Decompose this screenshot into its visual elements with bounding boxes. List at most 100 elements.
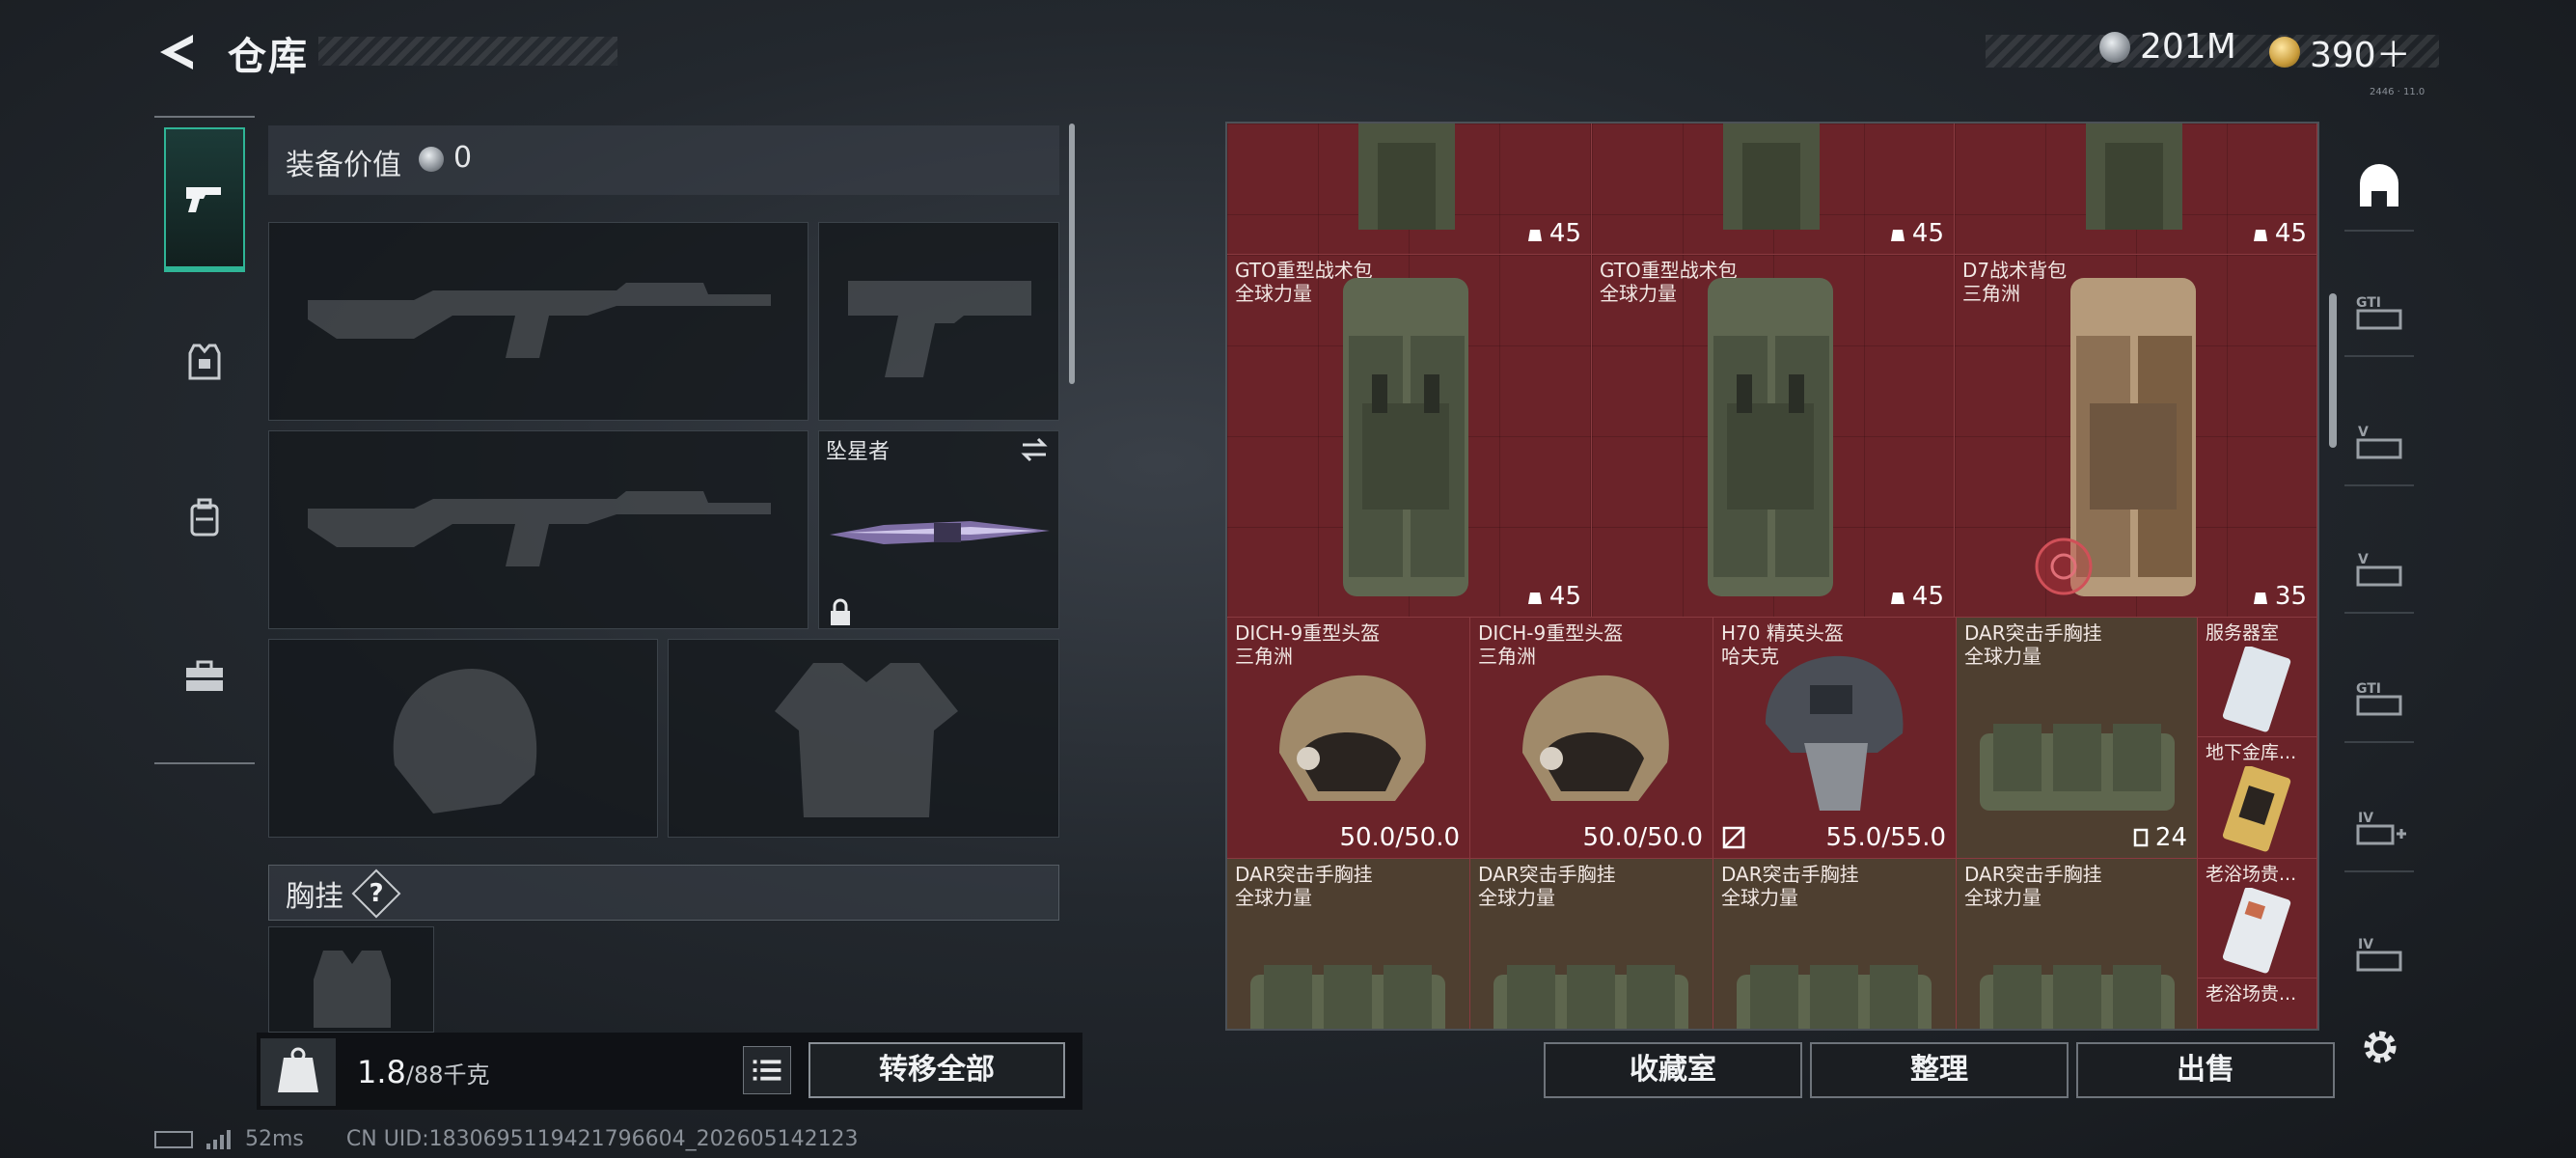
storage-item[interactable]: DAR突击手胸挂 全球力量 [1957, 859, 2198, 1029]
chest-rig-item-icon [1737, 965, 1932, 1029]
vest-icon [188, 344, 221, 380]
gti-filter-icon: GTI [2356, 295, 2402, 330]
capacity-icon [1527, 230, 1542, 241]
storage-item[interactable]: 老浴场贵... [2198, 979, 2317, 1029]
backpack-item-icon [1723, 124, 1820, 230]
iv-filter-icon: IV [2356, 937, 2402, 972]
filter-tier-iv-tab[interactable]: IV [2344, 911, 2414, 998]
storage-item[interactable]: 45 [1592, 124, 1955, 255]
sort-button[interactable]: 整理 [1810, 1042, 2069, 1098]
storage-item[interactable]: DICH-9重型头盔 三角洲 50.0/50.0 [1227, 618, 1470, 859]
loadout-scrollbar[interactable] [1069, 124, 1075, 384]
sell-button[interactable]: 出售 [2076, 1042, 2335, 1098]
storage-item[interactable]: D7战术背包 三角洲 35 [1955, 255, 2317, 618]
chest-rig-item-icon [1250, 965, 1445, 1029]
list-view-button[interactable] [743, 1046, 791, 1094]
item-durability: 50.0/50.0 [1582, 823, 1703, 852]
helmet-item-icon [1279, 675, 1426, 801]
storage-item[interactable]: 45 [1227, 124, 1592, 255]
chest-rig-item-icon [1494, 965, 1688, 1029]
filter-tier-v2-tab[interactable]: V [2344, 527, 2414, 614]
storage-item[interactable]: DAR突击手胸挂 全球力量 [1227, 859, 1470, 1029]
item-name: 老浴场贵... [2206, 983, 2297, 1005]
battery-icon [154, 1130, 193, 1148]
body-armor-slot[interactable] [668, 639, 1059, 838]
storage-item[interactable]: H70 精英头盔 哈夫克 55.0/55.0 [1713, 618, 1957, 859]
item-count: 45 [1526, 219, 1581, 248]
backpack-icon [190, 498, 219, 537]
storage-item[interactable]: 老浴场贵... [2198, 859, 2317, 979]
category-weapons-tab[interactable] [164, 127, 245, 272]
capacity-icon [2253, 593, 2267, 604]
item-name: DICH-9重型头盔 [1235, 621, 1381, 645]
item-source: 全球力量 [1600, 282, 1677, 305]
category-armor-tab[interactable] [164, 290, 245, 434]
svg-text:GTI: GTI [2356, 681, 2381, 697]
title-decoration [318, 37, 617, 66]
settings-button[interactable] [2356, 1023, 2404, 1071]
currency-silver[interactable]: 201M [2099, 27, 2236, 67]
armor-silhouette-icon [775, 663, 958, 817]
filter-tier-gti2-tab[interactable]: GTI [2344, 656, 2414, 743]
capacity-icon [2133, 828, 2149, 847]
item-source: 全球力量 [1478, 886, 1555, 909]
silver-coin-icon [419, 147, 444, 172]
svg-text:IV: IV [2358, 937, 2373, 952]
helmet-slot[interactable] [268, 639, 658, 838]
storage-item[interactable]: 服务器室 [2198, 618, 2317, 737]
pistol-slot[interactable] [818, 222, 1059, 421]
category-toolbox-tab[interactable] [164, 604, 245, 749]
filter-tier-iv-add-tab[interactable]: IV [2344, 786, 2414, 872]
page-title: 仓库 [228, 35, 309, 79]
currency-gold-value: 390＋ [2310, 36, 2411, 75]
swap-icon[interactable] [1019, 436, 1050, 463]
equip-value-label: 装备价值 [286, 149, 401, 182]
storage-item[interactable]: DAR突击手胸挂 全球力量 [1713, 859, 1957, 1029]
item-count: 45 [1889, 219, 1944, 248]
capacity-icon [1890, 230, 1905, 241]
storage-item[interactable]: DAR突击手胸挂 全球力量 24 [1957, 618, 2198, 859]
item-source: 三角洲 [1962, 282, 2020, 305]
melee-name: 坠星者 [826, 440, 891, 464]
filter-tier-v-tab[interactable]: V [2344, 400, 2414, 486]
rifle-silhouette-icon-2 [308, 491, 771, 566]
chest-rig-slot[interactable] [268, 926, 434, 1033]
back-arrow-icon [160, 35, 193, 69]
primary-weapon-slot[interactable] [268, 222, 808, 421]
transfer-all-button[interactable]: 转移全部 [808, 1042, 1065, 1098]
item-count: 45 [2252, 219, 2307, 248]
item-source: 全球力量 [1721, 886, 1798, 909]
keycard-item-icon [2222, 766, 2291, 852]
weight-capacity: /88千克 [405, 1062, 490, 1089]
storage-item[interactable]: 地下金库... [2198, 737, 2317, 859]
storage-item[interactable]: GTO重型战术包 全球力量 45 [1592, 255, 1955, 618]
iv-add-filter-icon: IV [2356, 811, 2406, 845]
ping-value: 52ms [245, 1127, 304, 1151]
pistol-icon [186, 187, 221, 212]
storage-scrollbar[interactable] [2329, 293, 2337, 448]
storage-item[interactable]: DICH-9重型头盔 三角洲 50.0/50.0 [1470, 618, 1713, 859]
capacity-icon [1890, 593, 1905, 604]
pistol-silhouette-icon [848, 281, 1031, 377]
equip-value: 0 [453, 141, 473, 175]
gear-icon [2364, 1031, 2397, 1063]
filter-all-tab[interactable] [2344, 145, 2414, 232]
storage-item[interactable]: GTO重型战术包 全球力量 45 [1227, 255, 1592, 618]
storage-item[interactable]: 45 [1955, 124, 2317, 255]
list-icon [753, 1060, 781, 1081]
silver-coin-icon [2099, 31, 2130, 63]
secondary-weapon-slot[interactable] [268, 430, 808, 629]
repair-locked-icon [1722, 826, 1745, 849]
collection-room-button[interactable]: 收藏室 [1544, 1042, 1802, 1098]
weight-current: 1.8 [357, 1054, 406, 1090]
currency-gold[interactable]: 390＋ [2269, 27, 2411, 77]
item-name: 服务器室 [2206, 622, 2280, 644]
chest-rig-item-icon [1980, 965, 2175, 1029]
category-backpack-tab[interactable] [164, 446, 245, 591]
storage-item[interactable]: DAR突击手胸挂 全球力量 [1470, 859, 1713, 1029]
capacity-icon [2253, 230, 2267, 241]
back-button[interactable] [154, 29, 201, 75]
filter-tier-gti-tab[interactable]: GTI [2344, 270, 2414, 357]
item-name: DAR突击手胸挂 [1964, 621, 2102, 645]
item-name: DAR突击手胸挂 [1478, 863, 1616, 886]
